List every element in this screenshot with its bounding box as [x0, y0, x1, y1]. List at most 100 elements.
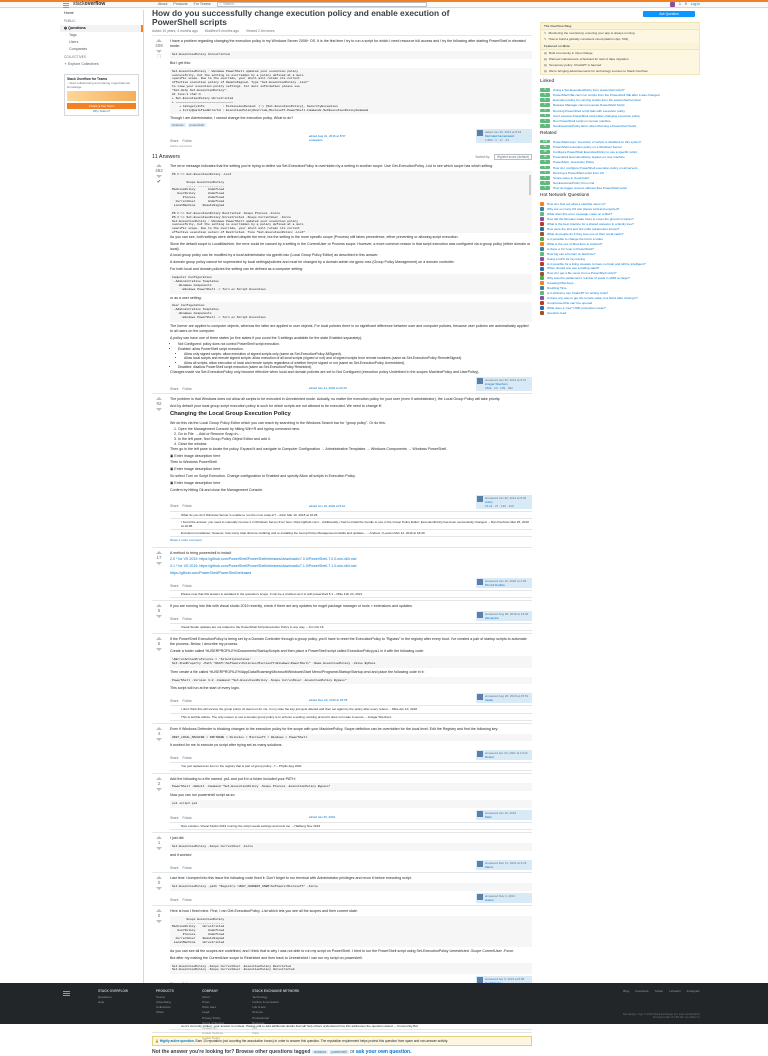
upvote-icon[interactable]	[156, 875, 162, 879]
footer-link[interactable]: Teams	[156, 995, 174, 999]
hot-question-link[interactable]: What is the best practice for a shared a…	[547, 222, 634, 226]
hot-question-link[interactable]: What does a "raw" USB connection mean?	[547, 306, 606, 310]
hot-question-item[interactable]: What is the use of Mod Zero in Android?	[540, 242, 700, 246]
question-link[interactable]: Execution policy for running scripts fro…	[553, 98, 641, 102]
hot-question-link[interactable]: What do people do if they lose one of th…	[547, 232, 624, 236]
author-name[interactable]: Andrei	[485, 898, 515, 902]
hot-question-link[interactable]: What is the use of Mod Zero in Android?	[547, 242, 602, 246]
downvote-icon[interactable]	[156, 615, 162, 619]
related-item[interactable]: 40 PowerShell execution policy on a Windo…	[540, 144, 700, 149]
follow-link[interactable]: Follow	[183, 699, 192, 703]
hot-question-item[interactable]: Is it ethical to use ChatGPT for writing…	[540, 291, 700, 296]
share-link[interactable]: Share	[170, 898, 179, 902]
share-link[interactable]: Share	[170, 387, 179, 391]
image-placeholder[interactable]: ▣ Enter image description here	[170, 454, 532, 459]
question-link[interactable]: PowerShell ISE can't run scripts from th…	[553, 93, 660, 97]
avatar[interactable]	[476, 377, 483, 384]
footer-link[interactable]: About	[202, 995, 224, 999]
question-link[interactable]: Using a Set-ExecutionPolicy from powersh…	[553, 88, 625, 92]
related-item[interactable]: 19 Powershell ExecutionPolicy bypass on n…	[540, 154, 700, 159]
hot-question-link[interactable]: Is there a 'for' loop in PowerShell?	[547, 247, 594, 251]
upvote-icon[interactable]	[156, 726, 162, 730]
related-item[interactable]: 1 Running a PowerShell script from C#	[540, 170, 700, 175]
downvote-icon[interactable]	[156, 787, 162, 791]
meta-item[interactable]: ▤ We're bringing advertisements for techn…	[541, 68, 699, 74]
question-link[interactable]: Release Manager cannot execute PowerShel…	[553, 103, 625, 107]
hot-question-item[interactable]: Compressed file can't be opened	[540, 301, 700, 306]
question-link[interactable]: PowerShell says "execution of scripts is…	[553, 140, 642, 144]
question-link[interactable]: Configure PowerShell ExecutionPolicy to …	[553, 150, 637, 154]
linked-item[interactable]: 0 PowerShell ISE can't run scripts from t…	[540, 92, 700, 97]
stackoverflow-logo-icon[interactable]	[62, 989, 72, 997]
login-link[interactable]: Log in	[691, 2, 700, 7]
share-link[interactable]: Share	[170, 756, 179, 760]
ask-question-button[interactable]: Ask Question	[643, 11, 695, 17]
linked-item[interactable]: 3 Can't execute PowerShell script after c…	[540, 113, 700, 118]
share-link[interactable]: Share	[170, 584, 179, 588]
linked-item[interactable]: 0 Set-ExecutionPolicy Error when Running …	[540, 123, 700, 128]
upvote-icon[interactable]	[156, 39, 162, 43]
hot-question-item[interactable]: Is there a 'for' loop in PowerShell?	[540, 247, 700, 251]
downvote-icon[interactable]	[156, 561, 162, 565]
hot-question-item[interactable]: What does a "raw" USB connection mean?	[540, 306, 700, 311]
footer-social-link[interactable]: Twitter	[654, 989, 663, 993]
related-item[interactable]: 120 PowerShell says "execution of scripts…	[540, 139, 700, 144]
releases-link[interactable]: https://github.com/PowerShell/PowerShell…	[170, 571, 532, 576]
footer-link[interactable]: Advertising	[156, 1000, 174, 1004]
author-name[interactable]: Dhruvil Dodhia	[485, 583, 526, 587]
hot-question-link[interactable]: Using a GPU for ray tracing	[547, 257, 585, 261]
footer-link[interactable]: API	[252, 1026, 299, 1030]
footer-link[interactable]: Cookie Settings	[202, 1031, 224, 1035]
footer-link[interactable]: Work Here	[202, 1005, 224, 1009]
footer-link[interactable]: Science	[252, 1010, 299, 1014]
image-placeholder[interactable]: ▣ Enter image description here	[170, 467, 532, 472]
share-link[interactable]: Share	[170, 139, 179, 143]
question-link[interactable]: Set-ExecutionPolicy Error when Running a…	[553, 124, 636, 128]
question-link[interactable]: How do I configure PowerShell execution …	[553, 166, 637, 170]
related-item[interactable]: 3 How do I configure PowerShell execution…	[540, 165, 700, 170]
hot-question-link[interactable]: Compressed file can't be opened	[547, 301, 592, 305]
follow-link[interactable]: Follow	[183, 898, 192, 902]
avatar[interactable]	[477, 579, 483, 586]
footer-link[interactable]: Help	[98, 1000, 128, 1004]
share-link[interactable]: Share	[170, 699, 179, 703]
edited-date[interactable]: edited Jan 31, 2020 at 20:16	[309, 386, 347, 390]
linked-item[interactable]: 0 Execution policy for running scripts fr…	[540, 97, 700, 102]
downvote-icon[interactable]	[156, 847, 162, 851]
hot-question-item[interactable]: How do I find out what a valid file name…	[540, 202, 700, 206]
download-link[interactable]: 3.1 * for VS 2019: https://github.com/Po…	[170, 564, 532, 569]
share-link[interactable]: Share	[170, 816, 179, 820]
footer-link[interactable]: Technology	[252, 995, 299, 999]
share-link[interactable]: Share	[170, 617, 179, 621]
avatar[interactable]	[669, 2, 675, 7]
related-item[interactable]: 4 How do trigger remove old/new files Pow…	[540, 185, 700, 190]
related-item[interactable]: 9 PowerShell - Execution Policy	[540, 160, 700, 164]
site-logo[interactable]: stackoverflow	[62, 1, 158, 8]
footer-link[interactable]: Talent	[156, 1010, 174, 1014]
editor-name[interactable]: codewario	[309, 138, 346, 142]
footer-social-link[interactable]: Facebook	[635, 989, 648, 993]
follow-link[interactable]: Follow	[183, 866, 192, 870]
upvote-icon[interactable]	[156, 604, 162, 608]
footer-link[interactable]: Data	[252, 1031, 299, 1035]
add-comment-link[interactable]: Add a comment	[170, 144, 532, 148]
downvote-icon[interactable]	[156, 887, 162, 891]
question-link[interactable]: Running a PowerShell script from C#	[553, 171, 604, 175]
hot-question-link[interactable]: Why are so many US war planes sold and e…	[547, 207, 619, 211]
upvote-icon[interactable]	[156, 550, 162, 554]
footer-social-link[interactable]: Blog	[623, 989, 629, 993]
nav-products[interactable]: Products	[173, 2, 187, 7]
share-link[interactable]: Share	[170, 866, 179, 870]
avatar[interactable]	[477, 751, 483, 758]
hot-question-item[interactable]: Creating RSA Keys	[540, 281, 700, 286]
related-item[interactable]: 3 Scope issue in cloud build	[540, 175, 700, 180]
edited-date[interactable]: edited Jan 25, 2019	[309, 815, 335, 819]
linked-item[interactable]: 1 Run PowerShell script on remote machine	[540, 118, 700, 123]
hot-question-link[interactable]: Is it ethical to use ChatGPT for writing…	[547, 291, 608, 295]
avatar[interactable]	[476, 495, 483, 502]
linked-item[interactable]: 1 Running PowerShell script fails with ex…	[540, 108, 700, 113]
sidebar-item-explore-collectives[interactable]: ✦ Explore Collectives	[60, 61, 143, 68]
follow-link[interactable]: Follow	[183, 617, 192, 621]
avatar[interactable]	[477, 860, 483, 867]
sort-select[interactable]: Highest score (default)	[493, 154, 532, 161]
